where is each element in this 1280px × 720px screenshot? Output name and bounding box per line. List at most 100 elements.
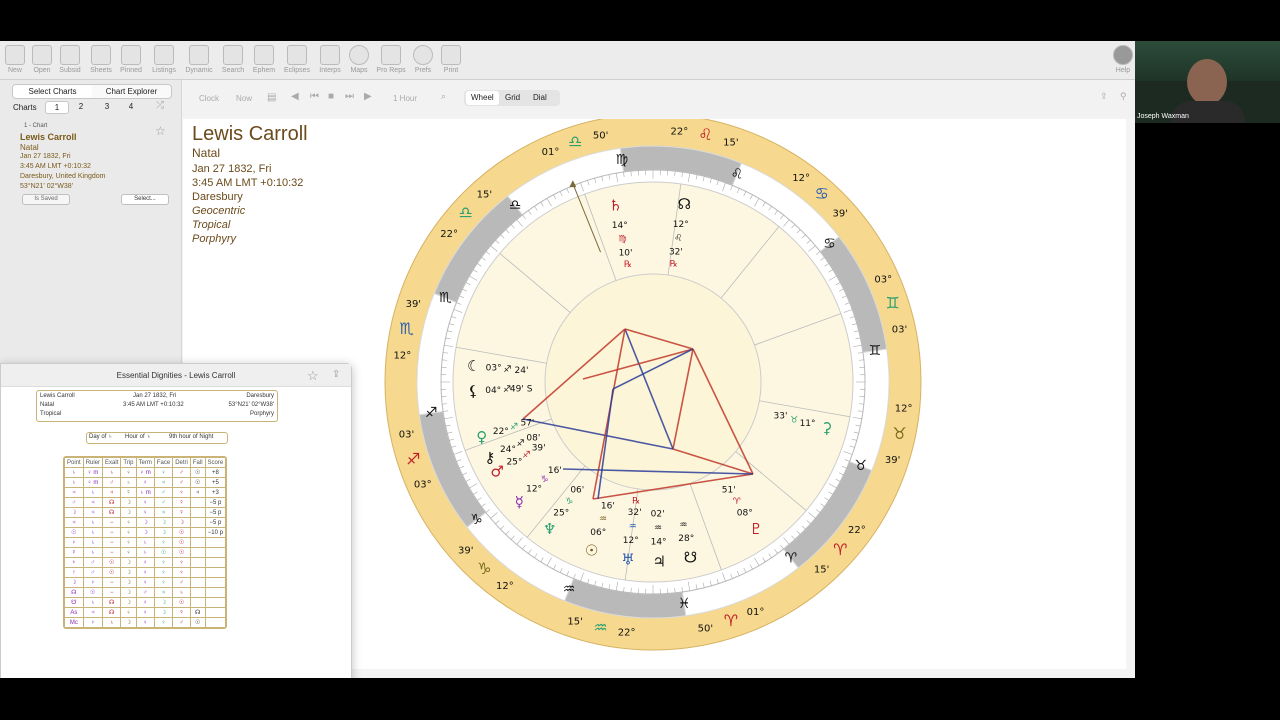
share-icon[interactable]: ⇪ (332, 369, 340, 380)
toolbar-subsid-button[interactable]: Subsid (55, 45, 85, 74)
toolbar-search-button[interactable]: Search (218, 45, 248, 74)
step-forward-icon[interactable]: ▶ (364, 91, 372, 102)
dig-cell: ☽ (120, 577, 137, 588)
planet-minute: 49' S (510, 384, 533, 394)
video-thumbnail: Joseph Waxman (1135, 41, 1280, 123)
dig-cell: ☊ (102, 597, 122, 608)
planet-minute: 24' (515, 366, 529, 376)
select-button[interactable]: Select... (121, 194, 169, 205)
chart-index: 1 - Chart (24, 123, 48, 129)
tab-chart-explorer[interactable]: Chart Explorer (92, 85, 171, 98)
dig-cell (189, 587, 206, 598)
cusp-degree: 03° (414, 479, 432, 490)
dig-row: As ♃ ☊ ♀ ♀ ☽ ☿ ☊ (64, 607, 227, 618)
now-button[interactable]: Now (236, 94, 252, 103)
sign-glyph: ♍ (616, 152, 629, 168)
dig-cell: +5 (204, 477, 227, 488)
toolbar-help-button[interactable]: Help (1108, 45, 1135, 74)
planet-minute: 06' (570, 486, 584, 496)
planet-glyph: ♇ (750, 520, 763, 538)
dignities-title: Essential Dignities - Lewis Carroll (1, 364, 351, 387)
dig-row: ♃ ♄ − ♀ ☽ ☽ ☽ −5 p (64, 517, 227, 528)
step-back-icon[interactable]: ◀ (291, 91, 299, 102)
dig-cell (189, 567, 206, 578)
toolbar-new-button[interactable]: New (0, 45, 30, 74)
chart-tab-3[interactable]: 3 (98, 102, 116, 111)
toolbar-proreps-button[interactable]: Pro Reps (376, 45, 406, 74)
cusp-minute: 03' (399, 429, 414, 440)
calendar-icon[interactable]: ▤ (267, 92, 276, 103)
toolbar-open-button[interactable]: Open (27, 45, 57, 74)
toolbar-print-button[interactable]: Print (436, 45, 466, 74)
toolbar-dynamic-button[interactable]: Dynamic (184, 45, 214, 74)
dig-row: ☽ ♀ − ☽ ♀ ♀ ♂ (64, 577, 227, 588)
cusp-degree: 01° (542, 147, 560, 158)
dig-cell: ☉ (102, 557, 122, 568)
planet-degree: 25° (553, 509, 569, 519)
shuffle-icon[interactable]: ⤮ (156, 100, 164, 111)
dig-cell: ♂ (102, 477, 122, 488)
dig-cell: ☽ (135, 517, 155, 528)
new-icon (5, 45, 25, 65)
toolbar-eclipses-button[interactable]: Eclipses (282, 45, 312, 74)
chart-wheel[interactable]: ♍ ♌ ♋ ♊ ♉ ♈ ♓ ♒ ♑ ♐ ♏ ♎ ♌ 22° 15' ♋ 12° 39' ♊ 03° 03' ♉ 12° 39'… (363, 119, 923, 669)
planet-minute: 32' (669, 248, 683, 258)
tab-grid[interactable]: Grid (500, 91, 525, 105)
toolbar-sheets-button[interactable]: Sheets (86, 45, 116, 74)
dig-cell: ☉ (172, 537, 191, 548)
dig-cell: − (102, 527, 122, 538)
planet-degree: 14° (612, 221, 628, 231)
cusp-degree: 01° (747, 607, 765, 618)
planet-minute: 57' (520, 418, 534, 428)
toolbar-maps-button[interactable]: Maps (344, 45, 374, 74)
chart-tab-2[interactable]: 2 (72, 102, 90, 111)
dig-row: ☊ ☉ − ☽ ♂ ♃ ♄ (64, 587, 227, 598)
dig-cell (204, 607, 227, 618)
toolbar-pinned-button[interactable]: Pinned (116, 45, 146, 74)
tab-dial[interactable]: Dial (528, 91, 552, 105)
dignities-table-header: Point Ruler Exalt Trip Term Face Detri Fall Scor… (64, 457, 227, 468)
skip-back-icon[interactable]: ⏮ (310, 91, 319, 102)
chart-tab-1[interactable]: 1 (45, 101, 69, 114)
dig-row: ♄ ♀ m ♄ ♀ ♀ m ♀ ♂ ☉ +8 (64, 467, 227, 478)
clock-button[interactable]: Clock (199, 94, 219, 103)
star-icon[interactable]: ☆ (307, 368, 319, 384)
planet-glyph: ♂ (490, 463, 503, 481)
dig-col-ruler: Ruler (82, 457, 104, 468)
toolbar-interps-button[interactable]: Interps (315, 45, 345, 74)
dig-cell: ♀ m (82, 467, 104, 478)
planet-sign: ♒ (629, 522, 637, 532)
toolbar-ephem-button[interactable]: Ephem (249, 45, 279, 74)
toolbar-listings-button[interactable]: Listings (149, 45, 179, 74)
dig-cell: ♃ (189, 487, 206, 498)
dig-cell: −5 p (204, 497, 227, 508)
dig-cell: ☽ (153, 517, 174, 528)
dignities-table: Point Ruler Exalt Trip Term Face Detri Fall Scor… (64, 457, 227, 628)
tab-wheel[interactable]: Wheel (466, 91, 499, 105)
lookup-icon[interactable]: ⌕ (441, 91, 446, 102)
dig-cell: ☿ (172, 507, 191, 518)
dig-coords: 53°N21' 02°W38' (228, 402, 274, 408)
skip-forward-icon[interactable]: ⏭ (345, 91, 354, 102)
step-select[interactable]: 1 Hour (393, 94, 417, 103)
toolbar-prefs-button[interactable]: Prefs (408, 45, 438, 74)
planet-glyph: ⚳ (821, 419, 832, 437)
pin-icon[interactable]: ⚲ (1120, 91, 1127, 102)
star-icon[interactable]: ☆ (155, 124, 166, 138)
cusp-sign-glyph: ♋ (814, 184, 828, 203)
dig-cell: ☊ (102, 607, 122, 618)
dig-cell: ♀ (82, 577, 104, 588)
is-saved-button[interactable]: Is Saved (22, 194, 70, 205)
dig-cell: ☉ (82, 587, 104, 598)
dig-cell: ☉ (172, 597, 191, 608)
chart-tab-4[interactable]: 4 (122, 102, 140, 111)
dig-cell: ☽ (120, 507, 137, 518)
dig-cell: ☉ (172, 547, 191, 558)
tab-select-charts[interactable]: Select Charts (13, 85, 92, 98)
dig-cell: ♃ (153, 507, 174, 518)
chart-houses: Porphyry (192, 233, 237, 245)
stop-icon[interactable]: ■ (328, 91, 334, 102)
dig-night: 9th hour of Night (169, 434, 214, 440)
share-icon[interactable]: ⇪ (1100, 91, 1108, 102)
dig-cell: ♃ (82, 507, 104, 518)
